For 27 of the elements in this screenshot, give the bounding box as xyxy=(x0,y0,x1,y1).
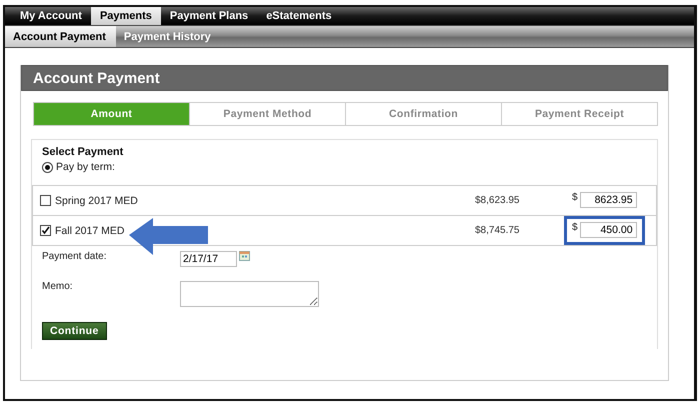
subnav-tab[interactable]: Account Payment xyxy=(5,26,116,47)
memo-field[interactable] xyxy=(180,281,319,307)
checkbox[interactable] xyxy=(40,225,51,236)
field-label: Memo: xyxy=(42,281,74,292)
section-heading: Select Payment xyxy=(42,146,124,158)
subnav-tab[interactable]: Payment History xyxy=(116,26,221,47)
radio-label: Pay by term: xyxy=(56,161,115,173)
term-balance: $8,623.95 xyxy=(475,195,520,206)
term-name: Spring 2017 MED xyxy=(55,194,139,206)
currency-sign: $ xyxy=(572,222,578,233)
term-balance: $8,745.75 xyxy=(475,225,520,236)
checkbox[interactable] xyxy=(40,195,51,206)
panel-title: Account Payment xyxy=(21,65,668,91)
amount-field[interactable]: 450.00 xyxy=(580,222,637,238)
field-label: Payment date: xyxy=(42,251,108,262)
date-field[interactable]: 2/17/17 xyxy=(180,251,237,267)
nav-tab[interactable]: Payments xyxy=(90,7,161,25)
nav-tab[interactable]: My Account xyxy=(11,7,91,25)
currency-sign: $ xyxy=(572,192,578,203)
arrow-icon xyxy=(129,218,208,255)
radio-button[interactable] xyxy=(42,162,53,172)
nav-tab[interactable]: eStatements xyxy=(257,7,341,25)
calendar-icon[interactable] xyxy=(239,251,250,261)
term-name: Fall 2017 MED xyxy=(55,224,126,236)
amount-field[interactable]: 8623.95 xyxy=(580,192,637,208)
nav-tab[interactable]: Payment Plans xyxy=(160,7,258,25)
continue-button[interactable]: Continue xyxy=(42,322,107,340)
